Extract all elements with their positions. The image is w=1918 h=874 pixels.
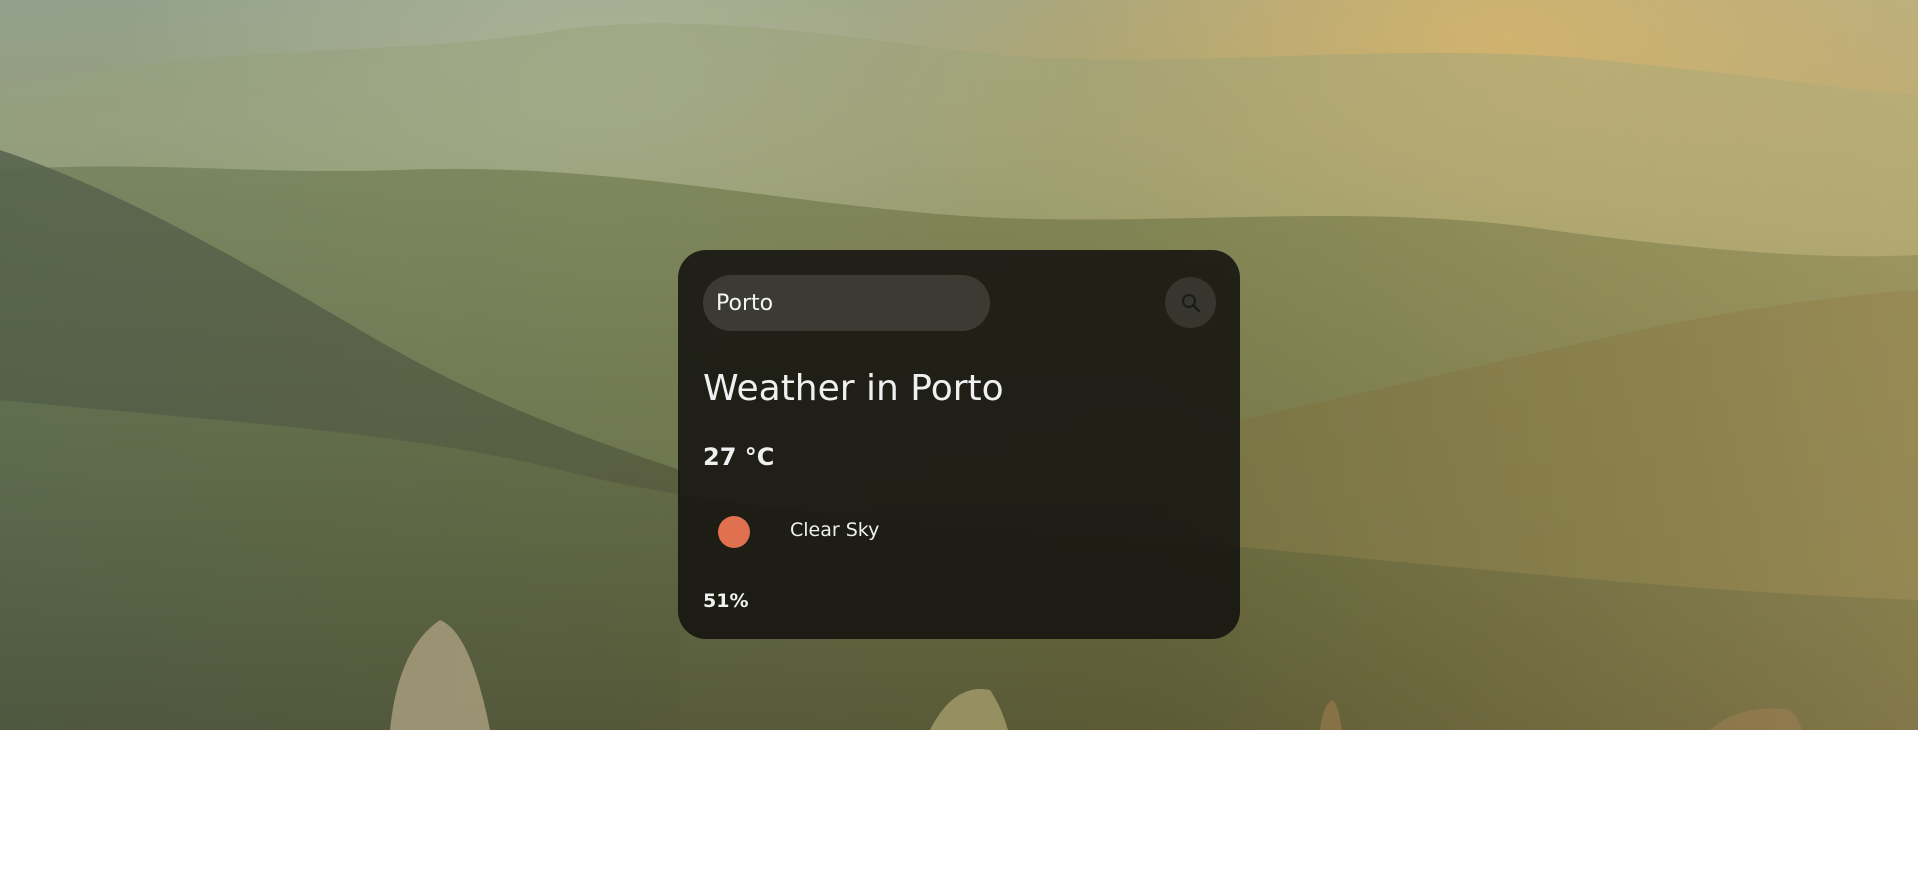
condition-description: Clear Sky <box>790 519 880 541</box>
humidity-value: 51% <box>703 590 749 612</box>
weather-title: Weather in Porto <box>703 368 1004 409</box>
search-icon <box>1181 293 1200 312</box>
city-search-input[interactable] <box>703 275 990 331</box>
sun-icon <box>718 516 750 548</box>
weather-card: Weather in Porto 27 °C Clear Sky 51% <box>678 250 1240 639</box>
page-blank-area <box>0 730 1918 874</box>
temperature-value: 27 °C <box>703 443 775 471</box>
search-button[interactable] <box>1165 277 1216 328</box>
